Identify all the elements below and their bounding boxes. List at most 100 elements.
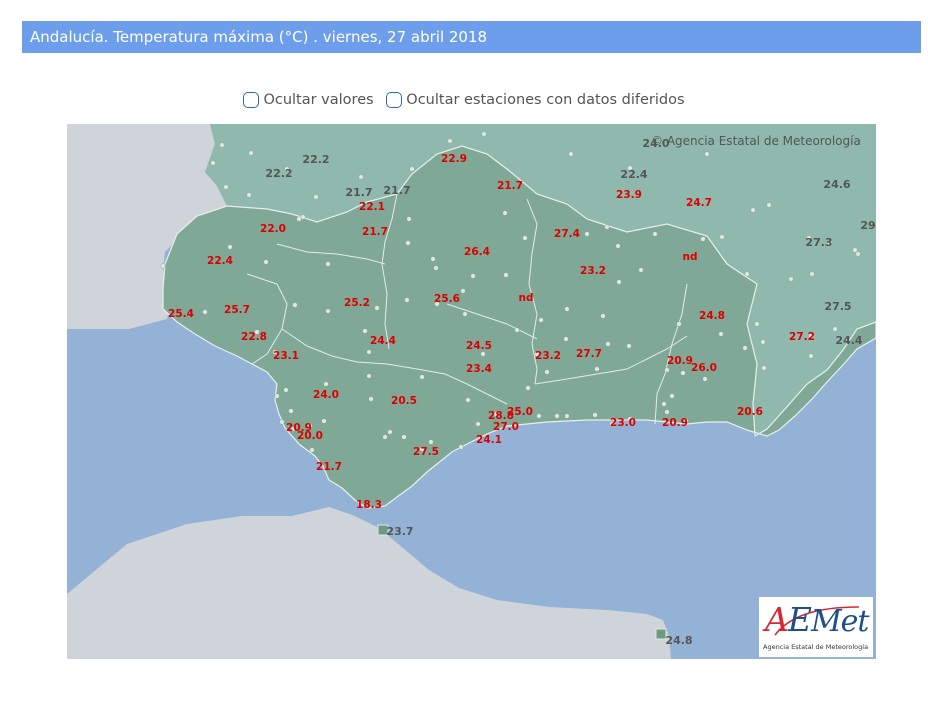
station-dot[interactable] — [754, 321, 760, 327]
station-dot[interactable] — [700, 236, 706, 242]
station-dot[interactable] — [458, 444, 464, 450]
station-dot[interactable] — [594, 366, 600, 372]
station-dot[interactable] — [374, 305, 380, 311]
station-dot[interactable] — [592, 412, 598, 418]
station-dot[interactable] — [761, 365, 767, 371]
station-value[interactable]: 23.2 — [535, 350, 561, 362]
station-dot[interactable] — [481, 131, 487, 137]
station-dot[interactable] — [325, 308, 331, 314]
station-dot[interactable] — [652, 231, 658, 237]
station-dot[interactable] — [430, 256, 436, 262]
station-dot[interactable] — [246, 192, 252, 198]
station-dot[interactable] — [750, 207, 756, 213]
station-dot[interactable] — [447, 138, 453, 144]
station-dot[interactable] — [283, 387, 289, 393]
station-dot[interactable] — [676, 321, 682, 327]
outside-station-value[interactable]: 24.4 — [835, 334, 862, 347]
station-dot[interactable] — [219, 142, 225, 148]
station-dot[interactable] — [702, 376, 708, 382]
station-dot[interactable] — [325, 261, 331, 267]
station-value[interactable]: 22.8 — [241, 331, 267, 343]
station-value[interactable]: 20.0 — [297, 430, 323, 442]
station-dot[interactable] — [832, 326, 838, 332]
station-value[interactable]: 18.3 — [356, 499, 382, 511]
station-value[interactable]: 24.0 — [313, 389, 339, 401]
station-dot[interactable] — [321, 418, 327, 424]
station-dot[interactable] — [274, 393, 280, 399]
station-dot[interactable] — [382, 434, 388, 440]
station-dot[interactable] — [296, 216, 302, 222]
outside-station-value[interactable]: 22.2 — [302, 153, 329, 166]
station-value[interactable]: 21.7 — [362, 226, 388, 238]
station-dot[interactable] — [409, 166, 415, 172]
station-dot[interactable] — [604, 224, 610, 230]
station-value[interactable]: 22.1 — [359, 201, 385, 213]
station-dot[interactable] — [227, 244, 233, 250]
station-dot[interactable] — [210, 160, 216, 166]
station-value[interactable]: 27.7 — [576, 348, 602, 360]
hide-deferred-checkbox[interactable] — [386, 92, 403, 108]
station-dot[interactable] — [544, 369, 550, 375]
station-value[interactable]: 23.4 — [466, 363, 492, 375]
station-dot[interactable] — [664, 409, 670, 415]
station-dot[interactable] — [760, 339, 766, 345]
station-value[interactable]: 20.9 — [667, 355, 693, 367]
outside-station-value[interactable]: 23.7 — [386, 525, 413, 538]
station-value[interactable]: 25.0 — [507, 406, 533, 418]
temperature-map[interactable]: 22.2 22.2 21.7 21.7 24.0 22.4 24.6 29 27.3 27.5 24… — [67, 124, 876, 659]
station-dot[interactable] — [368, 396, 374, 402]
outside-station-value[interactable]: 21.7 — [383, 184, 410, 197]
station-value[interactable]: 22.9 — [441, 153, 467, 165]
station-dot[interactable] — [405, 240, 411, 246]
station-value[interactable]: 25.6 — [434, 293, 460, 305]
station-dot[interactable] — [680, 370, 686, 376]
outside-station-value[interactable]: 24.8 — [665, 634, 692, 647]
outside-station-value[interactable]: 27.3 — [805, 236, 832, 249]
station-dot[interactable] — [202, 309, 208, 315]
station-value[interactable]: 27.4 — [554, 228, 580, 240]
station-value[interactable]: 24.4 — [370, 335, 396, 347]
station-value[interactable]: 23.0 — [610, 417, 636, 429]
station-dot[interactable] — [366, 349, 372, 355]
station-value[interactable]: 24.5 — [466, 340, 492, 352]
station-dot[interactable] — [401, 434, 407, 440]
station-dot[interactable] — [788, 276, 794, 282]
station-dot[interactable] — [605, 341, 611, 347]
station-value[interactable]: 23.1 — [273, 350, 299, 362]
station-value[interactable]: 20.9 — [662, 417, 688, 429]
station-dot[interactable] — [564, 413, 570, 419]
outside-station-value[interactable]: 24.6 — [823, 178, 850, 191]
station-value[interactable]: 22.0 — [260, 223, 286, 235]
station-dot[interactable] — [502, 210, 508, 216]
station-dot[interactable] — [309, 447, 315, 453]
station-dot[interactable] — [404, 297, 410, 303]
station-dot[interactable] — [704, 151, 710, 157]
outside-station-value[interactable]: 22.4 — [620, 168, 647, 181]
station-dot[interactable] — [362, 328, 368, 334]
station-dot[interactable] — [615, 243, 621, 249]
station-value[interactable]: 27.0 — [493, 421, 519, 433]
station-dot[interactable] — [248, 150, 254, 156]
station-dot[interactable] — [366, 373, 372, 379]
station-value[interactable]: 22.4 — [207, 255, 233, 267]
station-dot[interactable] — [160, 263, 166, 269]
station-dot[interactable] — [263, 259, 269, 265]
station-dot[interactable] — [852, 247, 858, 253]
station-value[interactable]: 24.8 — [699, 310, 725, 322]
station-dot[interactable] — [616, 279, 622, 285]
station-value[interactable]: nd — [683, 251, 698, 263]
station-value[interactable]: 20.6 — [737, 406, 763, 418]
station-dot[interactable] — [292, 302, 298, 308]
station-dot[interactable] — [719, 234, 725, 240]
station-value[interactable]: 25.4 — [168, 308, 194, 320]
station-dot[interactable] — [661, 401, 667, 407]
station-dot[interactable] — [766, 202, 772, 208]
station-dot[interactable] — [313, 194, 319, 200]
station-dot[interactable] — [475, 421, 481, 427]
station-dot[interactable] — [638, 267, 644, 273]
station-dot[interactable] — [525, 385, 531, 391]
station-value[interactable]: 23.2 — [580, 265, 606, 277]
station-dot[interactable] — [428, 439, 434, 445]
station-dot[interactable] — [808, 353, 814, 359]
station-dot[interactable] — [538, 317, 544, 323]
